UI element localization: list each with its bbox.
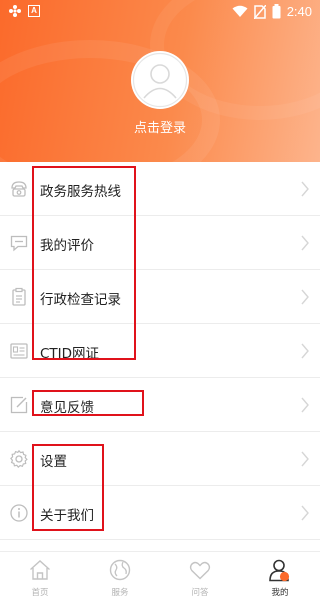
settings-menu: 政务服务热线 我的评价 行政检查记录 CTID网证 意见反馈 设置 关于我们	[0, 162, 320, 540]
tab-label: 问答	[191, 588, 209, 598]
menu-item-label: 行政检查记录	[40, 292, 121, 308]
menu-item-settings[interactable]: 设置	[0, 432, 320, 486]
menu-item-about[interactable]: 关于我们	[0, 486, 320, 540]
tab-label: 我的	[271, 588, 289, 598]
flower-icon	[9, 5, 21, 17]
chevron-right-icon	[301, 181, 309, 197]
edit-icon	[10, 396, 28, 414]
info-icon	[10, 504, 28, 522]
id-card-icon	[10, 343, 28, 359]
globe-icon	[109, 559, 131, 581]
menu-item-hotline[interactable]: 政务服务热线	[0, 162, 320, 216]
menu-item-inspection-records[interactable]: 行政检查记录	[0, 270, 320, 324]
wifi-icon	[232, 5, 248, 17]
battery-icon	[272, 4, 281, 19]
chevron-right-icon	[301, 397, 309, 413]
tab-services[interactable]: 服务	[80, 552, 160, 600]
menu-item-label: 意见反馈	[40, 400, 94, 416]
user-avatar-icon	[132, 52, 188, 108]
notification-badge: A	[28, 5, 40, 17]
phone-icon	[11, 181, 27, 197]
heart-icon	[189, 561, 211, 580]
menu-item-label: 政务服务热线	[40, 184, 121, 200]
tab-label: 首页	[31, 588, 49, 598]
user-icon	[269, 559, 290, 582]
clipboard-icon	[12, 287, 26, 306]
gear-icon	[10, 449, 28, 468]
menu-item-label: 关于我们	[40, 508, 94, 524]
chevron-right-icon	[301, 343, 309, 359]
comment-icon	[10, 235, 28, 252]
tab-qa[interactable]: 问答	[160, 552, 240, 600]
tab-mine[interactable]: 我的	[240, 552, 320, 600]
tab-label: 服务	[111, 588, 129, 598]
menu-item-label: 设置	[40, 454, 67, 470]
bottom-tab-bar: 首页 服务 问答 我的	[0, 551, 320, 600]
chevron-right-icon	[301, 289, 309, 305]
menu-item-label: 我的评价	[40, 238, 94, 254]
menu-item-ctid[interactable]: CTID网证	[0, 324, 320, 378]
tab-home[interactable]: 首页	[0, 552, 80, 600]
profile-header: A 2:40 点击登录	[0, 0, 320, 162]
menu-item-feedback[interactable]: 意见反馈	[0, 378, 320, 432]
login-link[interactable]: 点击登录	[0, 117, 320, 136]
menu-item-label: CTID网证	[40, 346, 100, 362]
no-sim-icon	[253, 4, 266, 19]
avatar[interactable]	[131, 51, 189, 109]
chevron-right-icon	[301, 451, 309, 467]
chevron-right-icon	[301, 235, 309, 251]
home-icon	[30, 560, 50, 580]
chevron-right-icon	[301, 505, 309, 521]
status-bar: A 2:40	[0, 0, 320, 26]
clock: 2:40	[286, 4, 312, 19]
menu-item-my-reviews[interactable]: 我的评价	[0, 216, 320, 270]
